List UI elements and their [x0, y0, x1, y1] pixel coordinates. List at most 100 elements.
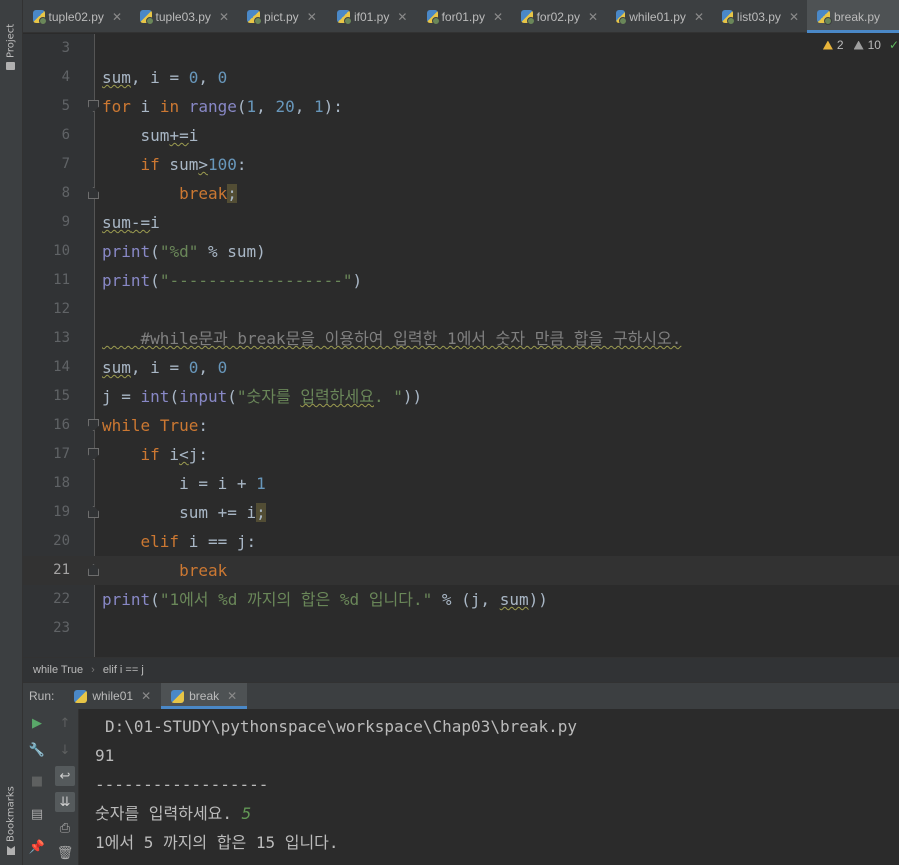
fold-toggle[interactable] — [88, 100, 99, 112]
tab-pict[interactable]: pict.py ✕ — [237, 0, 327, 33]
close-icon[interactable]: ✕ — [219, 10, 229, 24]
trash-icon[interactable]: 🗑 — [55, 843, 75, 863]
tab-label: tuple02.py — [48, 9, 104, 24]
line-number: 21 — [53, 562, 70, 578]
code-line: 3 — [23, 34, 899, 63]
code-text: if i<j: — [140, 445, 208, 464]
fold-toggle[interactable] — [88, 506, 99, 518]
code-text: break — [179, 561, 228, 580]
code-text: sum-=i — [102, 213, 160, 232]
close-icon[interactable]: ✕ — [112, 10, 122, 24]
tab-tuple02[interactable]: tuple02.py ✕ — [23, 0, 130, 33]
close-icon[interactable]: ✕ — [307, 10, 317, 24]
line-number: 16 — [53, 417, 70, 433]
line-number: 4 — [61, 69, 70, 85]
fold-toggle[interactable] — [88, 187, 99, 199]
code-text: sum += i; — [102, 503, 266, 522]
close-icon[interactable]: ✕ — [227, 689, 237, 703]
line-number: 12 — [53, 301, 70, 317]
close-icon[interactable]: ✕ — [588, 10, 598, 24]
console-path: D:\01-STUDY\pythonspace\workspace\Chap03… — [105, 717, 578, 736]
breadcrumb-separator: › — [91, 664, 95, 676]
python-file-icon — [140, 10, 154, 25]
code-text: i = i + 1 — [102, 474, 266, 493]
line-number: 15 — [53, 388, 70, 404]
bookmark-icon — [7, 846, 15, 855]
tab-label: tuple03.py — [155, 9, 211, 24]
tab-list03[interactable]: list03.py ✕ — [712, 0, 807, 33]
line-number: 23 — [53, 620, 70, 636]
down-arrow-icon[interactable]: ↓ — [55, 740, 75, 760]
python-file-icon — [247, 10, 262, 25]
run-toolbar: ▶ ↑ 🔧 ↓ ■ ↩ ⇊ ▤ ⎙ 📌 🗑 — [23, 709, 79, 865]
line-number: 5 — [61, 98, 70, 114]
tab-while01[interactable]: while01.py ✕ — [606, 0, 712, 33]
print-icon[interactable]: ⎙ — [55, 818, 75, 838]
tab-label: for02.py — [536, 9, 580, 24]
fold-toggle[interactable] — [88, 448, 99, 460]
code-editor[interactable]: 2 10 ✓ 3 4 sum, i = 0, 0 5 for i in range(… — [23, 34, 899, 657]
tab-tuple03[interactable]: tuple03.py ✕ — [130, 0, 237, 33]
project-tool-button[interactable]: Project — [2, 10, 20, 70]
run-tab-while01[interactable]: while01 ✕ — [64, 683, 161, 709]
code-text: sum, i = 0, 0 — [102, 358, 228, 377]
code-line: 16 while True: — [23, 411, 899, 440]
fold-toggle[interactable] — [88, 564, 99, 576]
soft-wrap-icon[interactable]: ↩ — [55, 766, 75, 786]
line-number: 7 — [61, 156, 70, 172]
rerun-icon[interactable]: ▶ — [27, 713, 47, 733]
code-text: print("1에서 %d 까지의 합은 %d 입니다." % (j, sum)… — [102, 590, 548, 609]
line-number: 14 — [53, 359, 70, 375]
pin-icon[interactable]: 📌 — [27, 837, 47, 857]
console-output: ------------------ — [95, 775, 269, 794]
line-number: 19 — [53, 504, 70, 520]
close-icon[interactable]: ✕ — [397, 10, 407, 24]
python-icon — [171, 689, 185, 703]
line-number: 20 — [53, 533, 70, 549]
line-number: 18 — [53, 475, 70, 491]
code-text: break; — [179, 184, 237, 203]
code-line: 6 sum+=i — [23, 121, 899, 150]
run-console[interactable]: D:\01-STUDY\pythonspace\workspace\Chap03… — [80, 709, 899, 865]
stop-icon[interactable]: ■ — [27, 771, 47, 791]
close-icon[interactable]: ✕ — [493, 10, 503, 24]
layout-icon[interactable]: ▤ — [27, 804, 47, 824]
scroll-to-end-icon[interactable]: ⇊ — [55, 792, 75, 812]
code-text: sum, i = 0, 0 — [102, 68, 228, 87]
close-icon[interactable]: ✕ — [141, 689, 151, 703]
tab-if01[interactable]: if01.py ✕ — [327, 0, 417, 33]
line-number: 6 — [61, 127, 70, 143]
tab-for02[interactable]: for02.py ✕ — [511, 0, 606, 33]
run-tab-break[interactable]: break ✕ — [161, 683, 248, 709]
code-line: 12 — [23, 295, 899, 324]
close-icon[interactable]: ✕ — [789, 10, 799, 24]
breadcrumb: while True › elif i == j — [23, 657, 899, 683]
tab-label: for01.py — [441, 9, 485, 24]
wrench-icon[interactable]: 🔧 — [27, 740, 47, 760]
breadcrumb-item[interactable]: elif i == j — [103, 664, 144, 676]
tab-break[interactable]: break.py — [807, 0, 899, 33]
tab-label: if01.py — [354, 9, 390, 24]
python-file-icon — [521, 10, 535, 25]
up-arrow-icon[interactable]: ↑ — [55, 713, 75, 733]
code-line: 20 elif i == j: — [23, 527, 899, 556]
close-icon[interactable]: ✕ — [694, 10, 704, 24]
editor-tab-bar: tuple02.py ✕ tuple03.py ✕ pict.py ✕ if01.py… — [23, 0, 899, 33]
code-text: for i in range(1, 20, 1): — [102, 97, 343, 116]
run-tool-header: Run: while01 ✕ break ✕ — [23, 683, 899, 709]
console-user-input: 5 — [241, 804, 252, 823]
python-file-icon — [337, 10, 352, 25]
code-line: 17 if i<j: — [23, 440, 899, 469]
fold-toggle[interactable] — [88, 419, 99, 431]
console-result: 1에서 5 까지의 합은 15 입니다. — [95, 833, 339, 852]
bookmarks-tool-button[interactable]: Bookmarks — [2, 770, 20, 855]
line-number: 8 — [61, 185, 70, 201]
tab-for01[interactable]: for01.py ✕ — [417, 0, 511, 33]
run-tab-label: while01 — [92, 689, 134, 703]
breadcrumb-item[interactable]: while True — [33, 664, 83, 676]
code-line: 10 print("%d" % sum) — [23, 237, 899, 266]
run-tab-label: break — [189, 689, 220, 703]
code-comment: #while문과 break문을 이용하여 입력한 1에서 숫자 만큼 합을 구… — [102, 329, 682, 348]
python-file-icon — [616, 10, 628, 25]
python-icon — [74, 689, 88, 703]
